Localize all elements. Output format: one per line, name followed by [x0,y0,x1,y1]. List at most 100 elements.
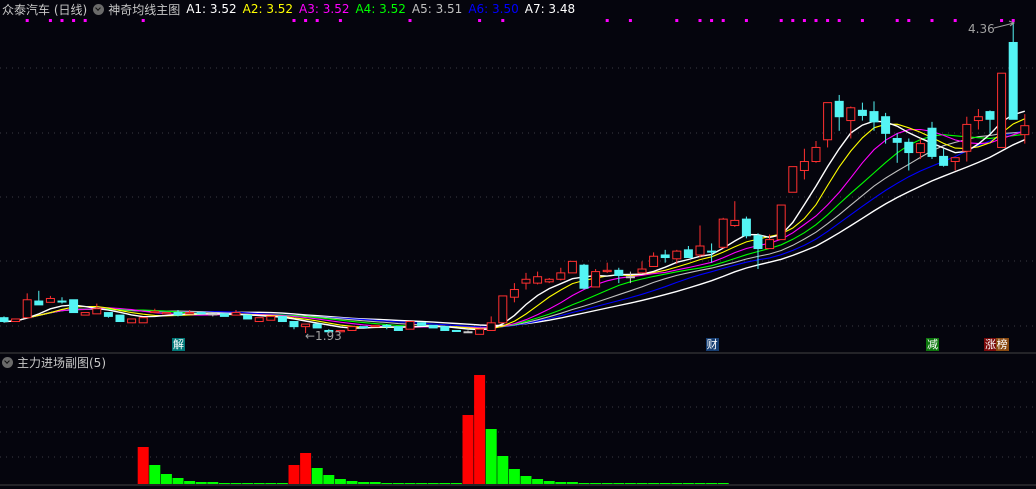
indicator-dropdown-icon[interactable] [93,3,105,15]
indicator-name[interactable]: 神奇均线主图 [108,1,180,18]
candle [359,326,369,329]
flow-bar-green [358,482,370,484]
candle-body-up [602,269,612,273]
candle-body-up [509,289,519,298]
ma-value-a4: A4: 3.52 [355,2,406,16]
candle-body-up [161,312,171,315]
signal-dot [141,19,145,22]
flow-bar-red [462,415,474,484]
flow-bar-red [137,447,149,484]
candle [567,260,577,274]
candle-body-down [243,314,253,320]
candle [718,217,728,249]
candle-body-down [857,109,867,116]
signal-dot [953,19,957,22]
candle [34,290,44,306]
candle-body-up [475,328,485,335]
candle [289,321,299,330]
candle [219,313,229,317]
signal-dot [826,19,830,22]
candle [243,314,253,320]
candle [231,310,241,316]
candle-body-up [799,161,809,171]
flow-bar-green [682,483,694,484]
candle-body-up [185,312,195,315]
candle-body-up [22,299,32,319]
chart-canvas[interactable]: 4.36 ←1.93 [0,0,1036,489]
sub-indicator-dropdown-icon[interactable] [2,356,13,368]
candle [834,94,844,131]
signal-dot [1000,19,1004,22]
signal-dot [72,19,76,22]
candle-body-down [463,331,473,334]
candle-body-down [440,326,450,331]
candle [80,312,90,316]
flow-bar-green [416,483,428,484]
flow-bar-green [404,483,416,484]
candle [115,314,125,323]
event-marker[interactable]: 解 [172,338,185,351]
candle [405,321,415,330]
candle [614,267,624,284]
flow-bar-green [242,483,254,484]
candle-body-down [1008,41,1018,120]
candle-body-down [34,300,44,306]
candle [799,148,809,180]
candle-body-up [695,245,705,256]
event-marker[interactable]: 财 [705,338,719,351]
candle-body-down [417,322,427,326]
candle [451,329,461,332]
candle [660,249,670,263]
candle-body-up [254,317,264,323]
event-marker[interactable]: 减 [926,338,939,351]
signal-dot [721,19,725,22]
candle-body-down [881,116,891,134]
candle-body-down [208,313,218,316]
candle-body-down [393,326,403,331]
low-price-label: ←1.93 [305,329,342,343]
sub-chart-title[interactable]: 主力进场副图(5) [17,354,106,371]
signal-dot [315,19,319,22]
candle-body-up [730,219,740,227]
signal-dot [802,19,806,22]
flow-bar-green [381,483,393,484]
candle-body-up [973,116,983,122]
candle [683,246,693,259]
candle-body-down [103,312,113,317]
candle [11,318,21,323]
candle [393,326,403,331]
candle-body-down [451,329,461,332]
flow-bar-green [172,478,184,484]
candle-body-up [498,295,508,324]
flow-bar-green [207,482,219,484]
flow-bar-green [636,483,648,484]
candle-body-down [741,218,751,237]
candle [208,313,218,317]
candle-body-up [45,297,55,303]
candle [927,121,937,159]
candle-body-up [11,318,21,323]
signal-dot [478,19,482,22]
candle [347,326,357,331]
ma-value-a1: A1: 3.52 [186,2,237,16]
event-marker[interactable]: 榜 [995,338,1009,351]
candle-body-down [277,315,287,323]
candle-body-up [138,317,148,324]
flow-bar-green [566,482,578,484]
candle-body-down [312,323,322,329]
candle-body-down [579,264,589,289]
candle-body-up [823,102,833,141]
candle [196,312,206,315]
candle-body-down [382,324,392,328]
ma-value-a3: A3: 3.52 [299,2,350,16]
high-arrow-icon [993,20,1016,29]
candle-body-up [765,239,775,250]
candle-body-up [811,146,821,163]
signal-dot [338,19,342,22]
candle-body-down [927,127,937,157]
flow-bar-green [717,483,729,484]
candle-body-up [150,310,160,314]
ma-value-a7: A7: 3.48 [524,2,576,16]
candle [161,312,171,315]
candle-body-down [904,141,914,154]
